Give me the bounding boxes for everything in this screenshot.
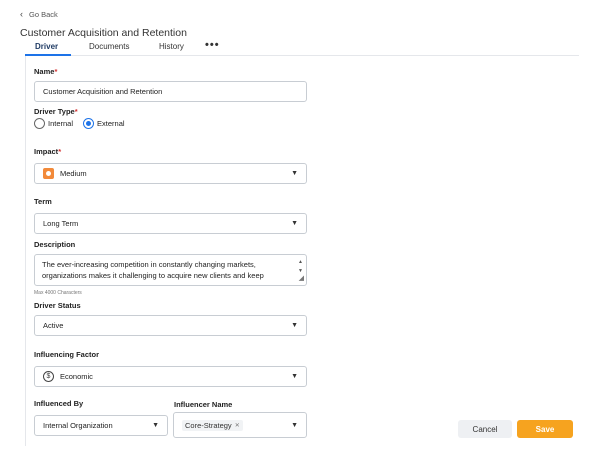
influencer-name-select[interactable]: Core-Strategy ✕ ▼ — [173, 412, 307, 438]
tab-history[interactable]: History — [159, 42, 184, 51]
panel-divider — [25, 56, 26, 446]
chevron-down-icon: ▼ — [291, 373, 298, 380]
term-select[interactable]: Long Term ▼ — [34, 213, 307, 234]
dollar-icon: $ — [43, 371, 54, 382]
chevron-left-icon: ‹ — [20, 9, 23, 19]
chevron-down-icon: ▼ — [291, 421, 298, 429]
driver-type-label: Driver Type* — [34, 107, 78, 116]
driver-status-value: Active — [43, 321, 64, 330]
radio-external-label: External — [97, 119, 125, 128]
description-textarea[interactable]: The ever-increasing competition in const… — [34, 254, 307, 286]
driver-status-label: Driver Status — [34, 301, 81, 310]
required-marker: * — [58, 147, 62, 156]
influenced-by-select[interactable]: Internal Organization ▼ — [34, 415, 168, 436]
chip-remove-icon[interactable]: ✕ — [235, 422, 240, 429]
more-options-icon[interactable]: ••• — [205, 39, 220, 51]
go-back-label: Go Back — [29, 10, 58, 19]
influencer-name-label: Influencer Name — [174, 400, 233, 409]
save-button[interactable]: Save — [517, 420, 573, 438]
save-button-label: Save — [535, 424, 555, 434]
driver-status-select[interactable]: Active ▼ — [34, 315, 307, 336]
tab-history-label: History — [159, 42, 184, 51]
tab-bar: Driver Documents History ••• — [25, 39, 579, 56]
influencing-factor-value: Economic — [60, 372, 93, 381]
name-input-value: Customer Acquisition and Retention — [43, 87, 163, 96]
go-back-link[interactable]: ‹ Go Back — [20, 9, 58, 20]
influencing-factor-label: Influencing Factor — [34, 350, 100, 359]
influencer-chip-label: Core-Strategy — [185, 420, 232, 430]
driver-type-label-text: Driver Type — [34, 107, 75, 116]
description-char-limit: Max 4000 Characters — [34, 290, 82, 296]
influencing-factor-select[interactable]: $ Economic ▼ — [34, 366, 307, 387]
cancel-button[interactable]: Cancel — [458, 420, 512, 438]
influenced-by-value: Internal Organization — [43, 421, 113, 430]
description-text: The ever-increasing competition in const… — [42, 260, 264, 280]
driver-type-radio-group: Internal External — [34, 118, 125, 129]
chevron-down-icon: ▼ — [291, 322, 298, 329]
chevron-down-icon: ▼ — [291, 170, 298, 177]
influencer-chip[interactable]: Core-Strategy ✕ — [182, 419, 243, 431]
influenced-by-label: Influenced By — [34, 399, 84, 408]
chevron-down-icon: ▼ — [152, 422, 159, 429]
term-label: Term — [34, 197, 52, 206]
page-title: Customer Acquisition and Retention — [20, 27, 187, 39]
radio-external[interactable]: External — [83, 118, 125, 129]
radio-internal[interactable]: Internal — [34, 118, 73, 129]
medium-impact-icon — [43, 168, 54, 179]
radio-checked-icon — [83, 118, 95, 129]
radio-internal-label: Internal — [48, 119, 74, 128]
active-tab-indicator — [25, 54, 71, 56]
impact-select[interactable]: Medium ▼ — [34, 163, 307, 184]
name-input[interactable]: Customer Acquisition and Retention — [34, 81, 307, 102]
name-label: Name* — [34, 67, 57, 76]
term-value: Long Term — [43, 219, 79, 228]
impact-label-text: Impact — [34, 147, 59, 156]
chevron-down-icon: ▼ — [291, 220, 298, 227]
required-marker: * — [74, 107, 78, 116]
impact-value: Medium — [60, 169, 87, 178]
tab-documents[interactable]: Documents — [89, 42, 129, 51]
tab-driver-label: Driver — [35, 42, 59, 51]
tab-documents-label: Documents — [89, 42, 130, 51]
description-label: Description — [34, 240, 76, 249]
name-label-text: Name — [34, 67, 55, 76]
radio-unchecked-icon — [34, 118, 45, 129]
cancel-button-label: Cancel — [472, 424, 498, 434]
tab-driver[interactable]: Driver — [35, 42, 58, 51]
resize-handle-icon[interactable]: ◢ — [299, 273, 304, 284]
impact-label: Impact* — [34, 147, 61, 156]
required-marker: * — [54, 67, 58, 76]
